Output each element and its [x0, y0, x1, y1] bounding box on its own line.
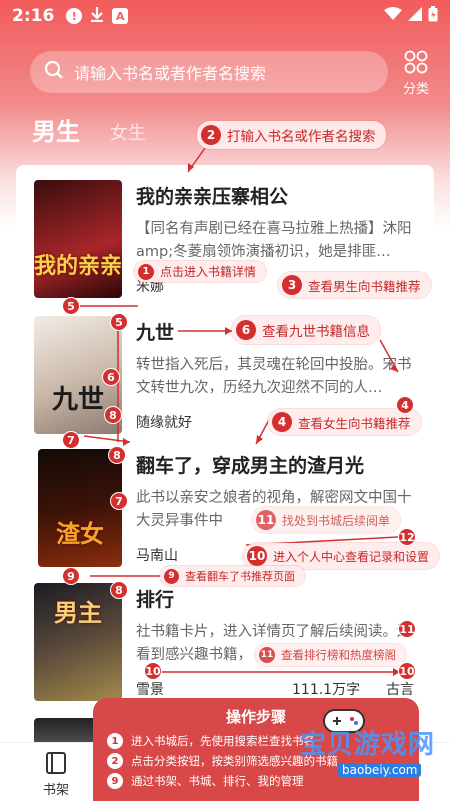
marker: 9: [62, 567, 80, 585]
marker: 5: [110, 313, 128, 331]
marker: 8: [104, 406, 122, 424]
marker: 8: [108, 446, 126, 464]
book-word-count: 111.1万字: [292, 682, 361, 698]
marker: 8: [110, 581, 128, 599]
book-icon: [45, 752, 67, 779]
cover-title: 渣女: [56, 520, 104, 548]
download-icon: [90, 6, 104, 27]
book-author: 随缘就好: [136, 415, 192, 431]
tab-male[interactable]: 男生: [32, 112, 80, 147]
book-author: 马南山: [136, 548, 178, 564]
book-title: 九世: [136, 322, 175, 344]
cover-title: 男主: [54, 599, 102, 627]
annotation-male-recommend: 3 查看男生向书籍推荐: [278, 272, 431, 298]
watermark-url: baobeiy.com: [338, 763, 422, 777]
marker: 7: [110, 492, 128, 510]
gender-tabs: 男生 女生: [32, 112, 146, 147]
marker: 11: [398, 620, 416, 638]
book-author: 雪景: [136, 682, 164, 698]
marker: 10: [398, 662, 416, 680]
grid-icon: [404, 50, 428, 78]
book-cover[interactable]: 男主: [34, 583, 122, 701]
alert-icon: !: [66, 8, 83, 24]
font-icon: A: [112, 8, 129, 24]
annotation-ranking: 11 查看排行榜和热度榜阁: [255, 644, 406, 666]
marker: 4: [396, 396, 414, 414]
status-bar: 2:16 ! A: [0, 0, 450, 32]
signal-icon: [408, 6, 422, 26]
nav-bookshelf[interactable]: 书架: [26, 751, 86, 798]
search-input[interactable]: 请输入书名或者作者名搜索: [30, 51, 388, 93]
book-cover[interactable]: 渣女: [38, 449, 122, 567]
search-icon: [44, 60, 64, 84]
book-item[interactable]: 男主 排行 社书籍卡片，进入详情页了解后续阅读。还看到感兴趣书籍， 雪景 111…: [34, 583, 424, 703]
tab-female[interactable]: 女生: [110, 119, 146, 147]
category-label: 分类: [402, 82, 429, 97]
marker: 6: [102, 368, 120, 386]
book-description: 转世指入死后，其灵魂在轮回中投胎。宋书文转世九次，历经九次迎然不同的人…: [136, 357, 412, 396]
book-title: 翻车了，穿成男主的渣月光: [136, 455, 365, 477]
category-button[interactable]: 分类: [396, 50, 436, 97]
marker: 5: [62, 297, 80, 315]
annotation-female-recommend: 4 查看女生向书籍推荐: [268, 409, 421, 435]
annotation-bookstore: 11 找处到书城后续阅单: [252, 507, 401, 533]
book-genre: 古言: [386, 682, 414, 698]
battery-icon: [428, 5, 438, 27]
book-title: 排行: [136, 589, 175, 611]
marker: 12: [398, 528, 416, 546]
watermark-text: 宝贝游戏网: [300, 730, 436, 760]
status-time: 2:16: [12, 6, 55, 26]
search-placeholder: 请输入书名或者作者名搜索: [74, 64, 267, 83]
marker: 10: [144, 662, 162, 680]
annotation-book-detail: 1 点击进入书籍详情: [134, 261, 267, 282]
annotation-fanche: 9 查看翻车了书推荐页面: [160, 566, 305, 586]
annotation-jiushi: 6 查看九世书籍信息: [232, 316, 380, 344]
nav-bookshelf-label: 书架: [42, 783, 69, 798]
annotation-search: 2 打输入书名或作者名搜索: [197, 121, 386, 149]
cover-title: 我的亲亲: [34, 254, 122, 279]
book-title: 我的亲亲压寨相公: [136, 186, 289, 208]
marker: 7: [62, 431, 80, 449]
book-description: 【同名有声剧已经在喜马拉雅上热播】沐阳amp;冬菱扇领饰演播初识，她是排匪…: [136, 221, 412, 260]
book-cover[interactable]: 我的亲亲: [34, 180, 122, 298]
wifi-icon: [384, 6, 402, 26]
